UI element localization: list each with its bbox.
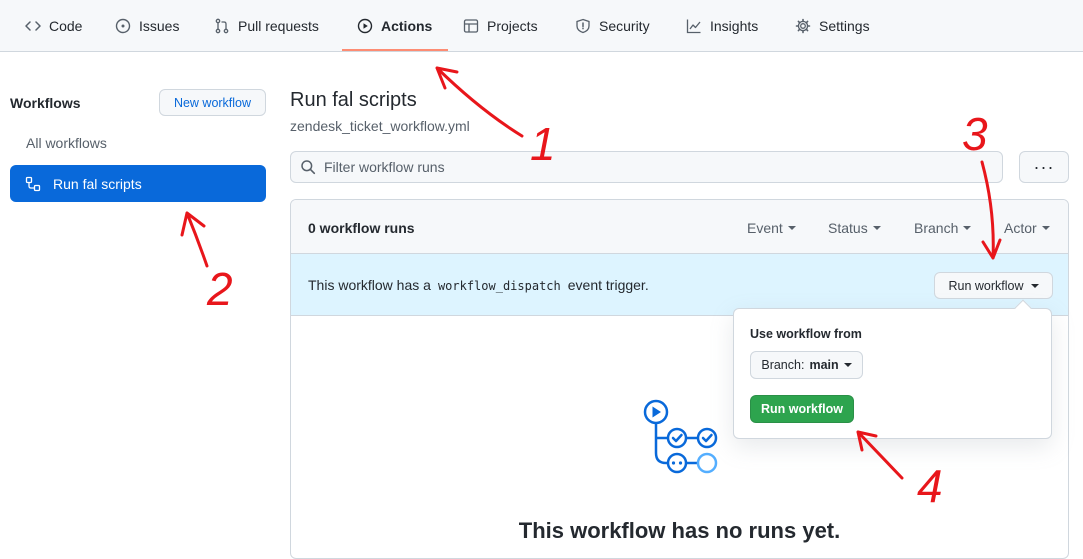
- filter-workflow-runs[interactable]: [290, 151, 1003, 183]
- tab-label: Projects: [487, 18, 538, 34]
- sidebar-item-all-workflows[interactable]: All workflows: [26, 135, 107, 151]
- tab-projects[interactable]: Projects: [463, 0, 538, 52]
- dropdown-label: Event: [747, 220, 783, 236]
- banner-suffix: event trigger.: [567, 277, 649, 293]
- runs-header: 0 workflow runs Event Status Branch Acto…: [291, 200, 1068, 254]
- tab-issues[interactable]: Issues: [115, 0, 179, 52]
- run-workflow-popover: Use workflow from Branch: main Run workf…: [733, 299, 1052, 439]
- code-icon: [25, 21, 41, 31]
- tab-label: Actions: [381, 18, 433, 34]
- sidebar-item-run-fal-scripts[interactable]: Run fal scripts: [10, 165, 266, 202]
- runs-count: 0 workflow runs: [308, 220, 415, 236]
- tab-security[interactable]: Security: [575, 0, 650, 52]
- tab-label: Insights: [710, 18, 759, 34]
- table-icon: [463, 19, 479, 33]
- button-label: Run workflow: [948, 278, 1024, 293]
- status-filter-dropdown[interactable]: Status: [828, 220, 881, 236]
- dropdown-label: Branch: [914, 220, 959, 236]
- tab-pull-requests[interactable]: Pull requests: [214, 0, 319, 52]
- filter-input[interactable]: [324, 159, 984, 175]
- annotation-arrow-2: [180, 211, 209, 268]
- caret-down-icon: [963, 226, 972, 230]
- dropdown-label: Status: [828, 220, 868, 236]
- event-filter-dropdown[interactable]: Event: [747, 220, 796, 236]
- caret-down-icon: [1041, 226, 1050, 230]
- sidebar-item-label: Run fal scripts: [53, 175, 142, 192]
- tab-label: Pull requests: [238, 18, 319, 34]
- sidebar-title: Workflows: [10, 95, 81, 111]
- branch-select-button[interactable]: Branch: main: [750, 351, 863, 379]
- branch-filter-dropdown[interactable]: Branch: [914, 220, 972, 236]
- banner-prefix: This workflow has a: [308, 277, 431, 293]
- caret-down-icon: [787, 226, 796, 230]
- issue-opened-icon: [115, 18, 131, 34]
- workflow-file-name[interactable]: zendesk_ticket_workflow.yml: [290, 118, 470, 134]
- workflow-icon: [25, 176, 41, 191]
- annotation-label-2: 2: [206, 263, 233, 315]
- run-workflow-dropdown-button[interactable]: Run workflow: [934, 272, 1053, 299]
- new-workflow-button[interactable]: New workflow: [159, 89, 266, 116]
- workflow-dispatch-banner: This workflow has a workflow_dispatch ev…: [291, 254, 1068, 316]
- caret-down-icon: [843, 363, 852, 367]
- git-pull-request-icon: [215, 18, 229, 34]
- banner-text: This workflow has a workflow_dispatch ev…: [308, 277, 649, 293]
- graph-icon: [686, 19, 701, 34]
- tab-insights[interactable]: Insights: [686, 0, 758, 52]
- banner-code: workflow_dispatch: [437, 279, 561, 293]
- play-icon: [357, 18, 373, 34]
- repo-nav: Code Issues Pull requests Actions Projec…: [0, 0, 1083, 52]
- run-workflow-submit-button[interactable]: Run workflow: [750, 395, 854, 423]
- dropdown-label: Actor: [1004, 220, 1037, 236]
- tab-label: Issues: [139, 18, 180, 34]
- branch-prefix: Branch:: [761, 358, 805, 372]
- page-title: Run fal scripts: [290, 89, 417, 111]
- more-options-button[interactable]: ···: [1019, 151, 1069, 183]
- search-icon: [301, 160, 316, 175]
- tab-actions[interactable]: Actions: [357, 0, 432, 52]
- empty-state-title: This workflow has no runs yet.: [518, 518, 841, 543]
- branch-value: main: [809, 358, 839, 372]
- shield-icon: [576, 18, 590, 34]
- tab-code[interactable]: Code: [25, 0, 82, 52]
- use-workflow-from-label: Use workflow from: [750, 327, 862, 341]
- tab-label: Security: [599, 18, 650, 34]
- tab-label: Code: [49, 18, 83, 34]
- active-tab-underline: [342, 49, 448, 51]
- tab-label: Settings: [819, 18, 870, 34]
- caret-down-icon: [872, 226, 881, 230]
- gear-icon: [795, 18, 811, 34]
- actor-filter-dropdown[interactable]: Actor: [1004, 220, 1050, 236]
- workflow-graphic-icon: [643, 399, 718, 474]
- caret-down-icon: [1030, 283, 1039, 288]
- tab-settings[interactable]: Settings: [795, 0, 870, 52]
